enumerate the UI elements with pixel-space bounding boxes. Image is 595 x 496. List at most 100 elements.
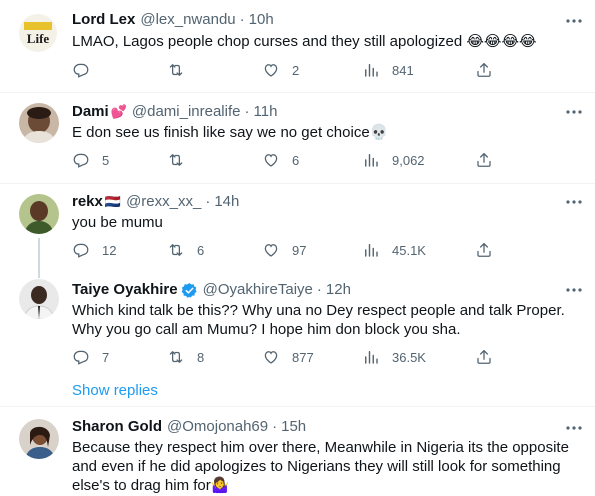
more-icon[interactable] xyxy=(563,103,585,121)
like-button[interactable]: 6 xyxy=(262,150,299,170)
heart-icon xyxy=(264,244,278,257)
tweet-rekx[interactable]: rekx 🇳🇱 @rexx_xx_ · 14h you be mumu 12 6… xyxy=(0,184,595,278)
separator-dot: · xyxy=(272,418,278,435)
tweet-time[interactable]: 15h xyxy=(281,418,306,436)
views-icon xyxy=(365,351,378,364)
tweet-header: rekx 🇳🇱 @rexx_xx_ · 14h xyxy=(72,193,239,211)
heart-icon xyxy=(264,64,278,77)
retweet-count: 6 xyxy=(197,242,205,258)
view-count: 841 xyxy=(392,62,414,78)
author-name[interactable]: Dami xyxy=(72,103,109,121)
reply-button[interactable]: 7 xyxy=(72,347,109,367)
avatar[interactable]: Life xyxy=(19,14,57,52)
tweet-text: you be mumu xyxy=(72,214,163,231)
tweet-time[interactable]: 12h xyxy=(326,281,351,299)
author-handle[interactable]: @rexx_xx_ xyxy=(126,193,201,211)
reply-icon xyxy=(73,350,89,365)
avatar[interactable] xyxy=(19,103,59,143)
author-handle[interactable]: @Omojonah69 xyxy=(167,418,268,436)
share-icon xyxy=(477,152,491,167)
svg-text:Life: Life xyxy=(27,31,50,46)
separator-dot: · xyxy=(244,103,250,120)
profile-photo-icon xyxy=(19,419,59,459)
tweet-header: Lord Lex @lex_nwandu · 10h xyxy=(72,11,274,29)
like-count: 2 xyxy=(292,62,300,78)
retweet-count: 8 xyxy=(197,349,205,365)
tweet-sharon-gold[interactable]: Sharon Gold @Omojonah69 · 15h Because th… xyxy=(0,407,595,496)
tweet-time[interactable]: 10h xyxy=(249,11,274,29)
author-handle[interactable]: @dami_inrealife xyxy=(132,103,241,121)
share-button[interactable] xyxy=(475,347,493,367)
reply-icon xyxy=(73,63,89,78)
profile-photo-icon xyxy=(19,194,59,234)
separator-dot: · xyxy=(316,281,322,298)
tweet-dami[interactable]: Dami 💕 @dami_inrealife · 11h E don see u… xyxy=(0,93,595,183)
like-button[interactable]: 877 xyxy=(262,347,314,367)
avatar[interactable] xyxy=(19,194,59,234)
name-emoji: 💕 xyxy=(110,104,127,119)
share-button[interactable] xyxy=(475,150,493,170)
thread-line xyxy=(38,238,40,278)
author-name[interactable]: Taiye Oyakhire xyxy=(72,281,178,299)
view-count: 9,062 xyxy=(392,152,425,168)
tweet-time[interactable]: 14h xyxy=(214,193,239,211)
tweet-text: LMAO, Lagos people chop curses and they … xyxy=(72,33,537,50)
like-button[interactable]: 97 xyxy=(262,240,306,260)
author-name[interactable]: rekx xyxy=(72,193,103,211)
tweet-text: Which kind talk be this?? Why una no Dey… xyxy=(72,302,569,338)
more-icon[interactable] xyxy=(563,12,585,30)
views-icon xyxy=(365,154,378,167)
reply-button[interactable] xyxy=(72,60,102,80)
author-handle[interactable]: @lex_nwandu xyxy=(140,11,235,29)
profile-photo-icon xyxy=(19,103,59,143)
life-logo-icon: Life xyxy=(19,14,57,52)
tweet-lord-lex[interactable]: Life Lord Lex @lex_nwandu · 10h LMAO, La… xyxy=(0,0,595,92)
retweet-icon xyxy=(169,154,183,166)
views-button[interactable]: 36.5K xyxy=(362,347,426,367)
heart-icon xyxy=(264,351,278,364)
avatar[interactable] xyxy=(19,419,59,459)
tweet-time[interactable]: 11h xyxy=(254,103,278,121)
tweet-actions: 2 841 xyxy=(72,60,502,80)
reply-icon xyxy=(73,243,89,258)
more-icon[interactable] xyxy=(563,193,585,211)
tweet-text: E don see us finish like say we no get c… xyxy=(72,124,389,141)
verified-badge-icon xyxy=(181,282,198,299)
share-icon xyxy=(477,242,491,257)
retweet-icon xyxy=(169,64,183,76)
reply-button[interactable]: 5 xyxy=(72,150,109,170)
share-button[interactable] xyxy=(475,60,493,80)
reply-count: 7 xyxy=(102,349,110,365)
retweet-button[interactable] xyxy=(167,150,197,170)
like-count: 6 xyxy=(292,152,300,168)
author-handle[interactable]: @OyakhireTaiye xyxy=(203,281,313,299)
name-emoji: 🇳🇱 xyxy=(104,194,122,209)
tweet-taiye-oyakhire[interactable]: Taiye Oyakhire @OyakhireTaiye · 12h Whic… xyxy=(0,274,595,406)
views-button[interactable]: 841 xyxy=(362,60,414,80)
more-icon[interactable] xyxy=(563,281,585,299)
author-name[interactable]: Lord Lex xyxy=(72,11,135,29)
retweet-button[interactable]: 8 xyxy=(167,347,204,367)
avatar[interactable] xyxy=(19,279,59,319)
tweet-actions: 12 6 97 45.1K xyxy=(72,240,502,260)
show-replies-link[interactable]: Show replies xyxy=(72,382,158,400)
tweet-header: Taiye Oyakhire @OyakhireTaiye · 12h xyxy=(72,281,351,299)
retweet-button[interactable]: 6 xyxy=(167,240,204,260)
retweet-button[interactable] xyxy=(167,60,197,80)
heart-icon xyxy=(264,154,278,167)
author-name[interactable]: Sharon Gold xyxy=(72,418,162,436)
share-icon xyxy=(477,349,491,364)
view-count: 36.5K xyxy=(392,349,426,365)
reply-count: 12 xyxy=(102,242,117,258)
share-button[interactable] xyxy=(475,240,493,260)
separator-dot: · xyxy=(239,11,245,28)
views-button[interactable]: 9,062 xyxy=(362,150,425,170)
views-button[interactable]: 45.1K xyxy=(362,240,426,260)
reply-button[interactable]: 12 xyxy=(72,240,116,260)
like-button[interactable]: 2 xyxy=(262,60,299,80)
tweet-text: Because they respect him over there, Mea… xyxy=(72,439,574,494)
view-count: 45.1K xyxy=(392,242,426,258)
views-icon xyxy=(365,244,378,257)
more-icon[interactable] xyxy=(563,419,585,437)
tweet-header: Sharon Gold @Omojonah69 · 15h xyxy=(72,418,306,436)
